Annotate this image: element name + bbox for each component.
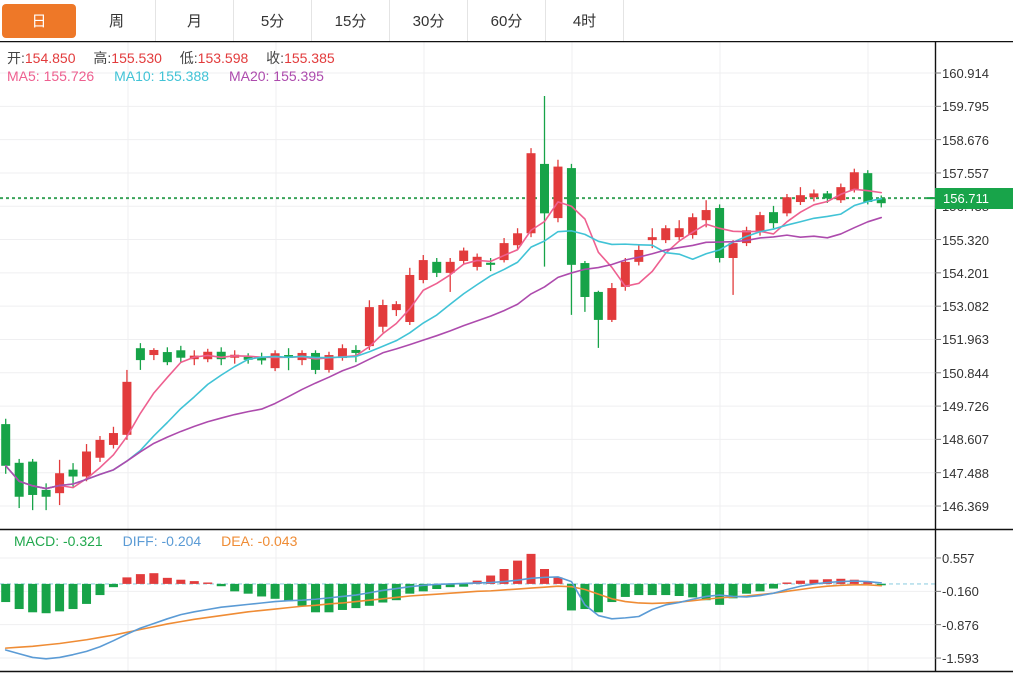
ma10-label: MA10: [114,68,155,84]
price-tick: 150.844 [942,366,989,381]
ma20-value: 155.395 [273,68,324,84]
price-tick: 151.963 [942,332,989,347]
macd-value: -0.321 [63,533,103,549]
tab-5min[interactable]: 5分 [234,0,312,41]
open-label: 开: [7,50,25,66]
ma-readout: MA5: 155.726 MA10: 155.388 MA20: 155.395 [7,68,340,84]
dea-label: DEA: [221,533,254,549]
tab-daily-label: 日 [2,3,76,38]
price-tick: 160.914 [942,66,989,81]
macd-tick: -0.876 [942,618,979,633]
price-tick: 149.726 [942,399,989,414]
price-tick: 146.369 [942,499,989,514]
ma20-label: MA20: [228,68,270,84]
ma10-value: 155.388 [158,68,210,84]
macd-tick: 0.557 [942,551,975,566]
candlestick-chart-canvas[interactable] [0,0,1024,676]
high-value: 155.530 [111,50,162,66]
tab-60min[interactable]: 60分 [468,0,546,41]
low-label: 低: [179,50,198,66]
price-tick: 153.082 [942,299,989,314]
tab-15min[interactable]: 15分 [312,0,390,41]
price-tick: 148.607 [942,432,989,447]
dea-value: -0.043 [257,533,298,549]
ma5-label: MA5: [7,68,40,84]
trading-chart-window: 日 周 月 5分 15分 30分 60分 4时 开:154.850 高:155.… [0,0,1024,676]
macd-readout: MACD: -0.321 DIFF: -0.204 DEA: -0.043 [14,533,313,549]
low-value: 153.598 [197,50,249,66]
ohlc-readout: 开:154.850 高:155.530 低:153.598 收:155.385 [7,48,349,68]
tab-4hour[interactable]: 4时 [546,0,624,41]
macd-tick: -1.593 [942,651,979,666]
ma5-value: 155.726 [43,68,95,84]
tab-weekly[interactable]: 周 [78,0,156,41]
tab-daily[interactable]: 日 [0,0,78,41]
price-tick: 155.320 [942,233,989,248]
current-price-badge: 156.711 [935,188,1013,209]
tab-monthly[interactable]: 月 [156,0,234,41]
high-label: 高: [93,50,112,66]
macd-tick: -0.160 [942,584,979,599]
price-tick: 147.488 [942,466,989,481]
diff-value: -0.204 [161,533,202,549]
price-tick: 159.795 [942,99,989,114]
price-tick: 154.201 [942,266,989,281]
close-value: 155.385 [284,50,335,66]
tab-30min[interactable]: 30分 [390,0,468,41]
diff-label: DIFF: [122,533,158,549]
timeframe-tabbar: 日 周 月 5分 15分 30分 60分 4时 [0,0,1024,41]
close-label: 收: [266,50,285,66]
open-value: 154.850 [24,50,76,66]
macd-label: MACD: [14,533,60,549]
price-tick: 157.557 [942,166,989,181]
price-tick: 158.676 [942,133,989,148]
